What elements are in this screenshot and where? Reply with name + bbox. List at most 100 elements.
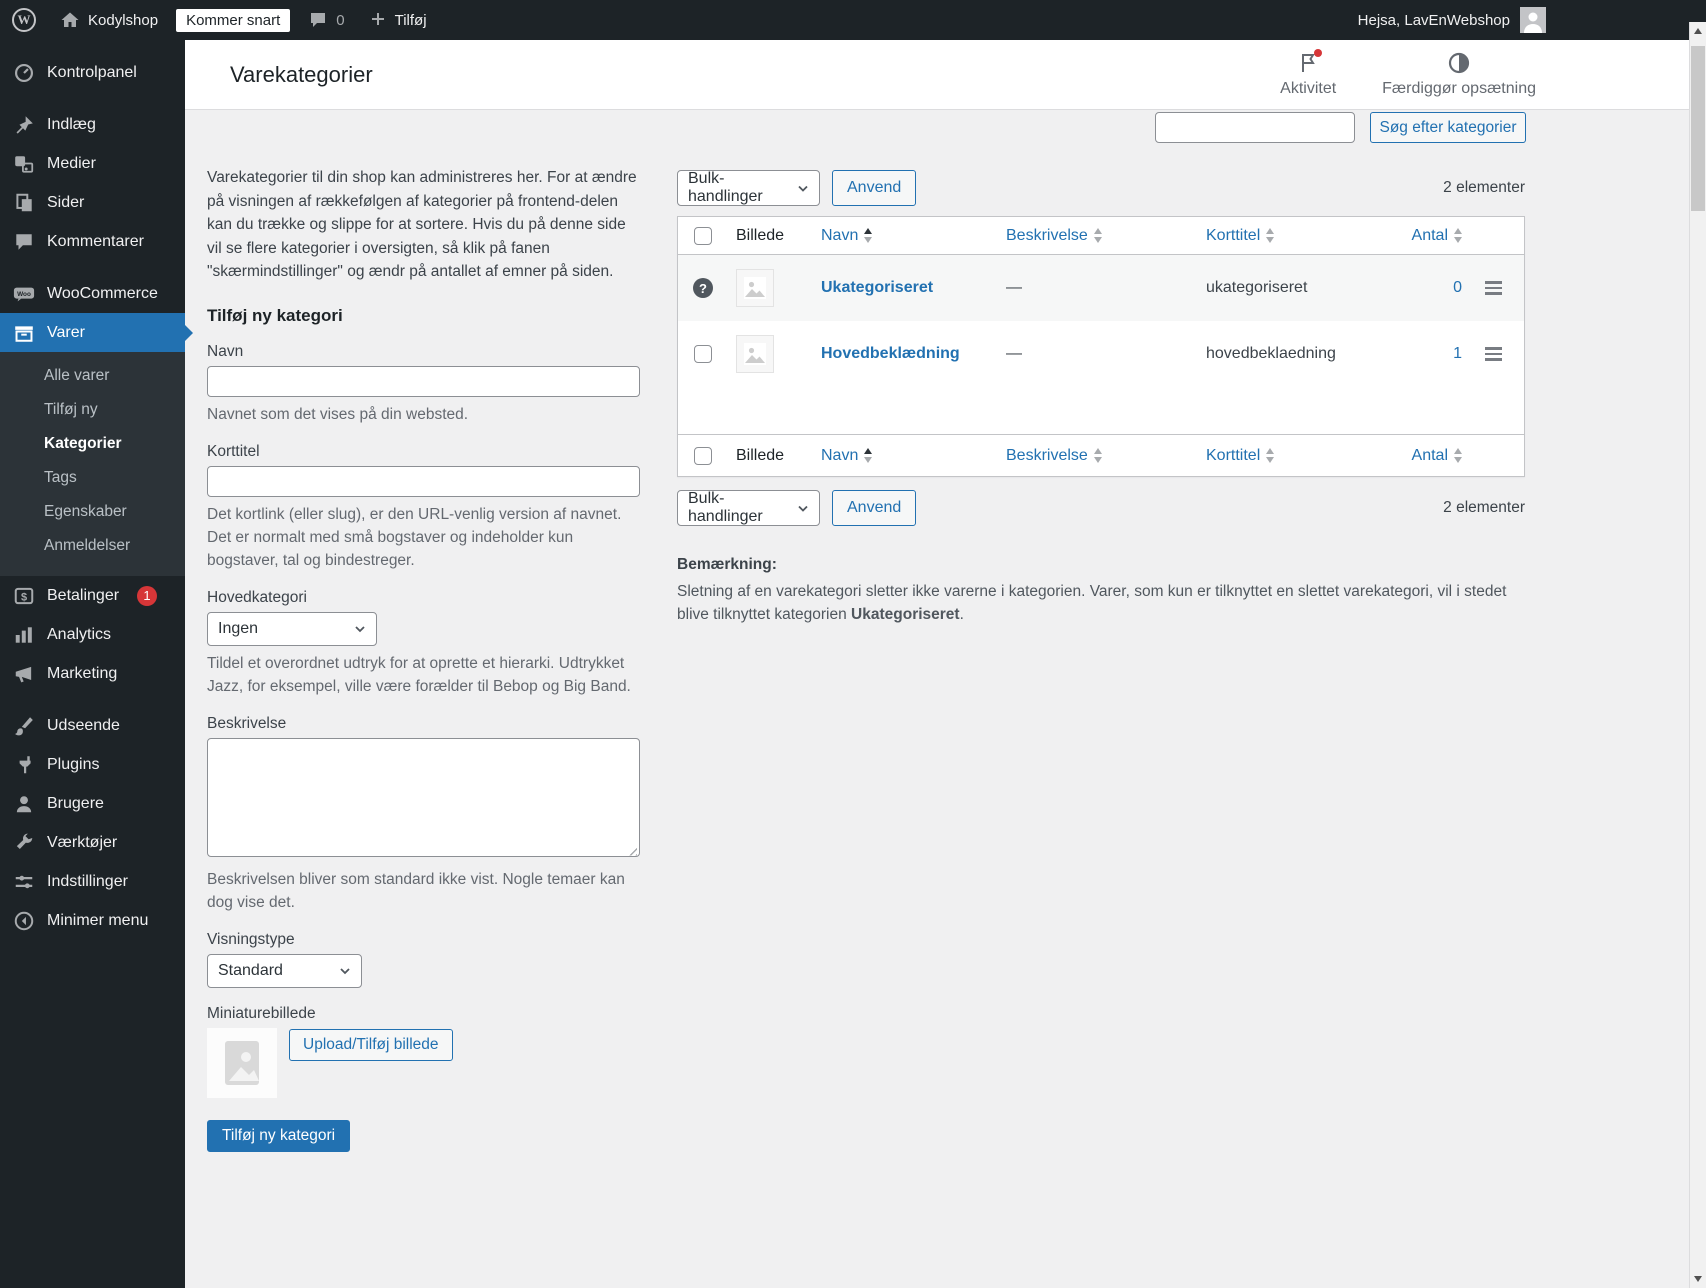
categories-table: Billede Navn Beskrivelse Korttitel Antal xyxy=(677,216,1525,477)
add-category-submit-button[interactable]: Tilføj ny kategori xyxy=(207,1119,351,1152)
apply-button-bottom[interactable]: Anvend xyxy=(832,490,917,526)
sidebar-collapse-menu[interactable]: Minimer menu xyxy=(0,901,185,940)
sidebar-item-label: Udseende xyxy=(47,716,120,734)
table-empty-space xyxy=(678,387,1524,434)
submenu-reviews[interactable]: Anmeldelser xyxy=(0,529,185,563)
sidebar-item-appearance[interactable]: Udseende xyxy=(0,706,185,745)
submenu-categories[interactable]: Kategorier xyxy=(0,427,185,461)
name-input[interactable] xyxy=(207,365,640,397)
column-header-image: Billede xyxy=(736,226,785,244)
comment-bubble-icon xyxy=(308,10,328,30)
sidebar-item-label: Minimer menu xyxy=(47,911,149,929)
activity-button[interactable]: Aktivitet xyxy=(1280,49,1336,98)
page-title: Varekategorier xyxy=(230,61,373,87)
submenu-all-products[interactable]: Alle varer xyxy=(0,359,185,393)
display-type-select[interactable]: Standard xyxy=(207,953,362,988)
sidebar-item-payments[interactable]: $ Betalinger 1 xyxy=(0,576,185,615)
vertical-scrollbar[interactable] xyxy=(1689,22,1706,1288)
upload-image-button[interactable]: Upload/Tilføj billede xyxy=(289,1028,453,1061)
bulk-actions-select-bottom[interactable]: Bulk-handlinger xyxy=(677,490,820,526)
sidebar-item-label: Sider xyxy=(47,193,85,211)
avatar[interactable] xyxy=(1520,7,1546,33)
category-description: — xyxy=(1006,279,1022,296)
user-greeting[interactable]: Hejsa, LavEnWebshop xyxy=(1358,12,1510,29)
sidebar-item-marketing[interactable]: Marketing xyxy=(0,654,185,693)
column-footer-count[interactable]: Antal xyxy=(1408,447,1464,465)
category-slug: ukategoriseret xyxy=(1206,279,1308,296)
contrast-circle-icon xyxy=(1447,51,1471,75)
sidebar-item-posts[interactable]: Indlæg xyxy=(0,105,185,144)
scroll-down-arrow[interactable] xyxy=(1690,1270,1706,1288)
coming-soon-badge[interactable]: Kommer snart xyxy=(176,8,291,32)
column-header-description[interactable]: Beskrivelse xyxy=(998,227,1198,245)
intro-text: Varekategorier til din shop kan administ… xyxy=(207,169,637,280)
row-checkbox[interactable] xyxy=(694,345,712,363)
pin-icon xyxy=(13,114,35,136)
site-link[interactable]: Kodylshop xyxy=(48,0,170,40)
new-content-label: Tilføj xyxy=(394,11,427,29)
category-description: — xyxy=(1006,345,1022,362)
submenu-add-new[interactable]: Tilføj ny xyxy=(0,393,185,427)
column-header-count[interactable]: Antal xyxy=(1408,227,1464,245)
finish-setup-label: Færdiggør opsætning xyxy=(1382,80,1536,97)
dashboard-icon xyxy=(13,62,35,84)
slug-input[interactable] xyxy=(207,465,640,497)
sort-arrows-icon xyxy=(1266,448,1275,463)
scroll-up-arrow[interactable] xyxy=(1690,22,1706,40)
column-header-name[interactable]: Navn xyxy=(813,227,998,245)
scrollbar-thumb[interactable] xyxy=(1691,46,1705,211)
sidebar-item-plugins[interactable]: Plugins xyxy=(0,745,185,784)
finish-setup-button[interactable]: Færdiggør opsætning xyxy=(1382,51,1536,98)
sidebar-item-users[interactable]: Brugere xyxy=(0,784,185,823)
search-categories-button[interactable]: Søg efter kategorier xyxy=(1370,112,1526,143)
category-name-link[interactable]: Hovedbeklædning xyxy=(821,345,960,362)
sidebar-item-pages[interactable]: Sider xyxy=(0,183,185,222)
tablenav-bottom: Bulk-handlinger Anvend 2 elementer xyxy=(677,490,1525,526)
comments-shortcut[interactable]: 0 xyxy=(296,0,356,40)
plus-icon xyxy=(369,11,387,29)
category-count-link[interactable]: 0 xyxy=(1453,279,1462,297)
select-all-checkbox[interactable] xyxy=(694,226,712,245)
sidebar-item-tools[interactable]: Værktøjer xyxy=(0,823,185,862)
category-name-link[interactable]: Ukategoriseret xyxy=(821,279,933,296)
wrench-icon xyxy=(13,832,35,854)
column-footer-slug[interactable]: Korttitel xyxy=(1198,447,1408,465)
wordpress-logo-menu[interactable]: W xyxy=(0,0,48,40)
bulk-actions-select[interactable]: Bulk-handlinger xyxy=(677,170,820,206)
chevron-down-icon xyxy=(354,623,366,635)
column-footer-name[interactable]: Navn xyxy=(813,447,998,465)
user-icon xyxy=(13,793,35,815)
sort-arrows-icon xyxy=(1266,228,1275,243)
row-toggle-icon[interactable] xyxy=(1484,347,1502,361)
products-submenu: Alle varer Tilføj ny Kategorier Tags Ege… xyxy=(0,352,185,576)
sidebar-item-comments[interactable]: Kommentarer xyxy=(0,222,185,261)
bulk-actions-value: Bulk-handlinger xyxy=(688,170,763,205)
column-header-slug[interactable]: Korttitel xyxy=(1198,227,1408,245)
categories-table-area: Bulk-handlinger Anvend 2 elementer Bille… xyxy=(677,170,1525,626)
sidebar-item-woocommerce[interactable]: Woo WooCommerce xyxy=(0,274,185,313)
chevron-down-icon xyxy=(797,182,809,194)
category-count-link[interactable]: 1 xyxy=(1453,345,1462,363)
default-category-help-icon[interactable]: ? xyxy=(693,278,713,298)
sidebar-item-products[interactable]: Varer xyxy=(0,313,193,352)
search-input[interactable] xyxy=(1155,112,1355,143)
parent-category-select[interactable]: Ingen xyxy=(207,611,377,646)
sidebar-item-settings[interactable]: Indstillinger xyxy=(0,862,185,901)
sidebar-item-dashboard[interactable]: Kontrolpanel xyxy=(0,53,185,92)
sort-arrows-icon xyxy=(1454,448,1462,463)
table-footer-row: Billede Navn Beskrivelse Korttitel Antal xyxy=(678,434,1524,476)
new-content-menu[interactable]: Tilføj xyxy=(357,0,439,40)
row-toggle-icon[interactable] xyxy=(1484,281,1502,295)
parent-category-help: Tildel et overordnet udtryk for at opret… xyxy=(207,654,631,695)
sidebar-item-media[interactable]: Medier xyxy=(0,144,185,183)
apply-button[interactable]: Anvend xyxy=(832,170,917,206)
sidebar-item-analytics[interactable]: Analytics xyxy=(0,615,185,654)
select-all-checkbox[interactable] xyxy=(694,446,712,465)
sliders-icon xyxy=(13,871,35,893)
column-footer-description[interactable]: Beskrivelse xyxy=(998,447,1198,465)
description-textarea[interactable] xyxy=(207,737,640,857)
comment-count: 0 xyxy=(336,11,345,29)
submenu-attributes[interactable]: Egenskaber xyxy=(0,495,185,529)
submenu-tags[interactable]: Tags xyxy=(0,461,185,495)
admin-bar: W Kodylshop Kommer snart 0 Tilføj Hejsa,… xyxy=(0,0,1706,40)
